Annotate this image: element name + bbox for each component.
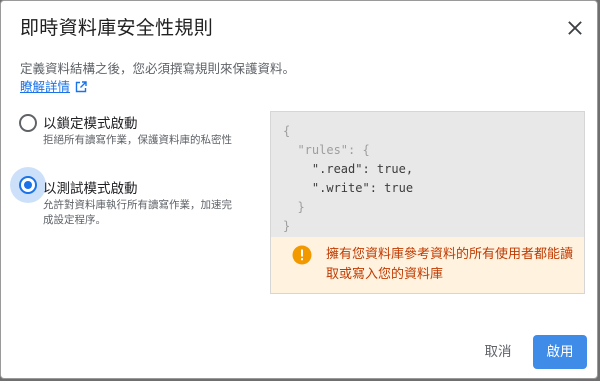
code-line: } xyxy=(283,219,291,233)
dialog-title: 即時資料庫安全性規則 xyxy=(20,17,214,39)
warning-text: 擁有您資料庫參考資料的所有使用者都能讀取或寫入您的資料庫 xyxy=(326,247,574,282)
code-line: "rules": { xyxy=(283,143,370,157)
option-locked-mode[interactable]: 以鎖定模式啟動 拒絕所有讀寫作業，保護資料庫的私密性 xyxy=(15,109,255,169)
test-mode-radio[interactable] xyxy=(19,176,37,194)
code-line: } xyxy=(283,200,305,214)
cancel-button[interactable]: 取消 xyxy=(475,337,521,367)
security-warning-banner: 擁有您資料庫參考資料的所有使用者都能讀取或寫入您的資料庫 xyxy=(271,237,584,293)
learn-more-link[interactable]: 瞭解詳情 xyxy=(20,79,87,95)
rules-code: { "rules": { ".read": true, ".write": tr… xyxy=(283,122,413,236)
code-line: { xyxy=(283,124,291,138)
locked-mode-radio[interactable] xyxy=(19,114,37,132)
test-mode-description: 允許對資料庫執行所有讀寫作業，加速完成設定程序。 xyxy=(43,199,232,226)
warning-icon xyxy=(292,245,312,265)
option-test-mode[interactable]: 以測試模式啟動 允許對資料庫執行所有讀寫作業，加速完成設定程序。 xyxy=(10,167,255,231)
locked-mode-description: 拒絕所有讀寫作業，保護資料庫的私密性 xyxy=(43,134,232,146)
close-icon[interactable] xyxy=(564,17,586,39)
learn-more-label: 瞭解詳情 xyxy=(20,79,71,94)
open-in-new-icon xyxy=(75,81,87,93)
security-rules-dialog: 即時資料庫安全性規則 定義資料結構之後，您必須撰寫規則來保護資料。 瞭解詳情 以… xyxy=(0,0,598,379)
code-line: ".read": true, xyxy=(283,162,414,176)
locked-mode-label: 以鎖定模式啟動 xyxy=(43,116,138,132)
enable-button[interactable]: 啟用 xyxy=(533,335,587,369)
dialog-description: 定義資料結構之後，您必須撰寫規則來保護資料。 xyxy=(20,61,296,76)
code-line: ".write": true xyxy=(283,181,414,195)
test-mode-label: 以測試模式啟動 xyxy=(43,181,138,197)
